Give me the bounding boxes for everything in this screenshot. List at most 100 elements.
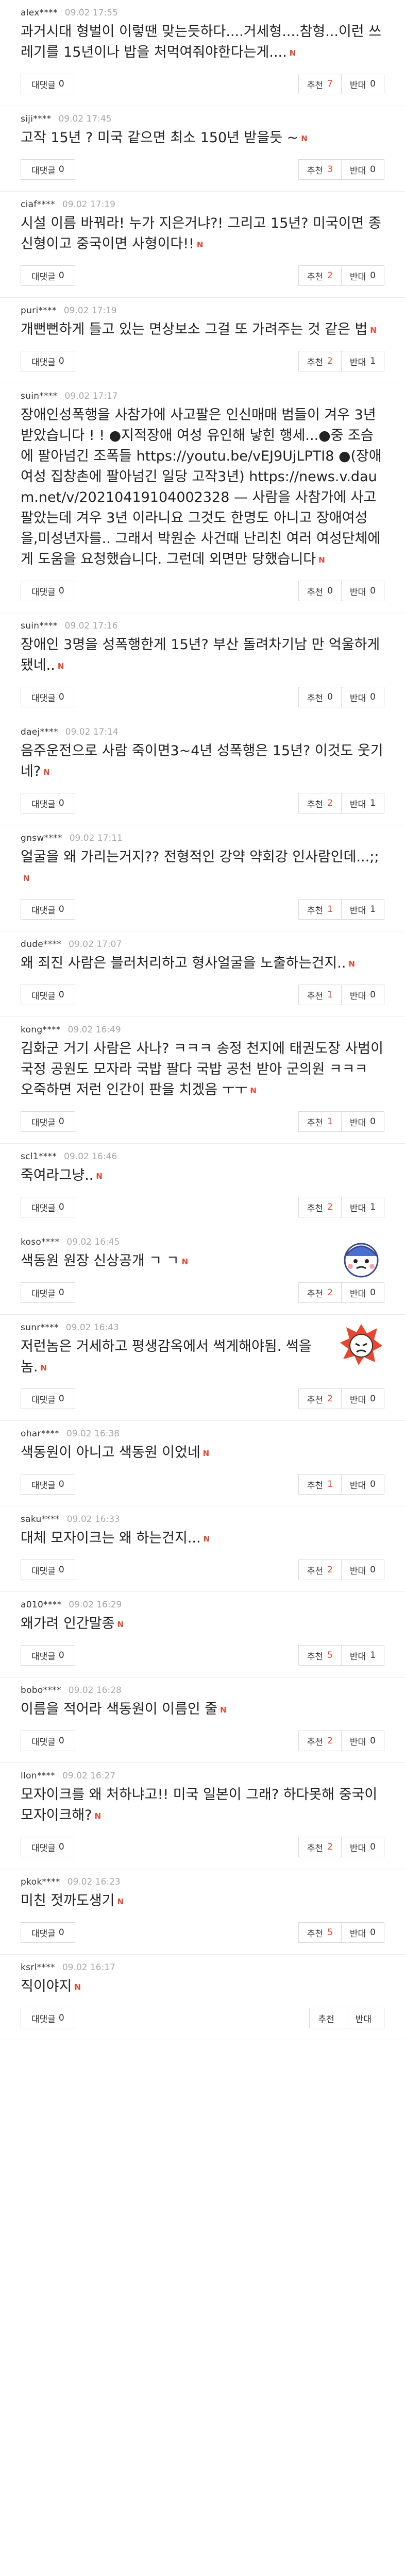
upvote-count: 2 xyxy=(327,1287,333,1298)
downvote-button[interactable]: 반대 0 xyxy=(341,159,384,180)
downvote-button[interactable]: 반대 1 xyxy=(341,351,384,371)
downvote-button[interactable]: 반대 0 xyxy=(341,1560,384,1580)
author-nickname[interactable]: a010**** xyxy=(21,1600,61,1610)
author-nickname[interactable]: sunr**** xyxy=(21,1323,59,1333)
downvote-button[interactable]: 반대 0 xyxy=(341,1474,384,1495)
emoticon-sticker-angry-icon xyxy=(338,1321,384,1367)
comment-meta: kong**** 09.02 16:49 xyxy=(21,1024,384,1036)
reply-count: 0 xyxy=(58,1479,64,1489)
comment-date: 09.02 16:28 xyxy=(68,1685,122,1696)
reply-button[interactable]: 대댓글 0 xyxy=(21,1837,75,1857)
comment-date: 09.02 16:38 xyxy=(66,1429,120,1439)
comment-date: 09.02 16:27 xyxy=(62,1771,116,1781)
reply-button[interactable]: 대댓글 0 xyxy=(21,985,75,1005)
reply-button[interactable]: 대댓글 0 xyxy=(21,159,75,180)
author-nickname[interactable]: siji**** xyxy=(21,114,51,124)
downvote-button[interactable]: 반대 0 xyxy=(341,687,384,707)
downvote-button[interactable]: 반대 0 xyxy=(341,74,384,94)
reply-button[interactable]: 대댓글 0 xyxy=(21,687,75,707)
upvote-button[interactable]: 추천 2 xyxy=(298,1731,342,1751)
reply-button[interactable]: 대댓글 0 xyxy=(21,1645,75,1666)
author-nickname[interactable]: scl1**** xyxy=(21,1151,57,1162)
author-nickname[interactable]: bobo**** xyxy=(21,1685,61,1696)
downvote-button[interactable]: 반대 1 xyxy=(341,1645,384,1666)
upvote-button[interactable]: 추천 2 xyxy=(298,793,342,814)
downvote-button[interactable]: 반대 0 xyxy=(341,1731,384,1751)
downvote-button[interactable]: 반대 0 xyxy=(341,1282,384,1303)
author-nickname[interactable]: koso**** xyxy=(21,1237,59,1247)
upvote-button[interactable]: 추천 1 xyxy=(298,1474,342,1495)
author-nickname[interactable]: saku**** xyxy=(21,1514,60,1524)
reply-button[interactable]: 대댓글 0 xyxy=(21,265,75,286)
downvote-button[interactable]: 반대 0 xyxy=(341,1111,384,1132)
upvote-button[interactable]: 추천 xyxy=(309,2008,347,2028)
reply-button[interactable]: 대댓글 0 xyxy=(21,1731,75,1751)
downvote-button[interactable]: 반대 0 xyxy=(341,1837,384,1857)
upvote-button[interactable]: 추천 1 xyxy=(298,1111,342,1132)
downvote-button[interactable]: 반대 xyxy=(347,2008,384,2028)
downvote-button[interactable]: 반대 1 xyxy=(341,1197,384,1217)
comment-text: 미친 젓까도생기 N xyxy=(21,1891,384,1912)
upvote-button[interactable]: 추천 3 xyxy=(298,159,342,180)
downvote-button[interactable]: 반대 0 xyxy=(341,1388,384,1409)
author-nickname[interactable]: suin**** xyxy=(21,621,58,631)
author-nickname[interactable]: kong**** xyxy=(21,1025,61,1035)
comment-actions: 대댓글 0 추천 5 반대 0 xyxy=(21,1922,384,1943)
downvote-button[interactable]: 반대 0 xyxy=(341,1922,384,1943)
comment-meta: sunr**** 09.02 16:43 xyxy=(21,1322,384,1333)
upvote-button[interactable]: 추천 2 xyxy=(298,1560,342,1580)
upvote-button[interactable]: 추천 0 xyxy=(298,687,342,707)
reply-button[interactable]: 대댓글 0 xyxy=(21,1922,75,1943)
reply-label: 대댓글 xyxy=(31,1651,56,1662)
reply-button[interactable]: 대댓글 0 xyxy=(21,581,75,601)
upvote-button[interactable]: 추천 0 xyxy=(298,581,342,601)
author-nickname[interactable]: gnsw**** xyxy=(21,833,62,843)
author-nickname[interactable]: suin**** xyxy=(21,391,58,401)
vote-group: 추천 1 반대 0 xyxy=(298,1111,384,1132)
reply-button[interactable]: 대댓글 0 xyxy=(21,351,75,371)
reply-button[interactable]: 대댓글 0 xyxy=(21,899,75,920)
author-nickname[interactable]: alex**** xyxy=(21,8,58,18)
author-nickname[interactable]: llon**** xyxy=(21,1771,55,1781)
new-badge: N xyxy=(301,134,308,143)
author-nickname[interactable]: pkok**** xyxy=(21,1877,60,1887)
upvote-button[interactable]: 추천 1 xyxy=(298,899,342,920)
author-nickname[interactable]: ciaf**** xyxy=(21,199,55,210)
reply-button[interactable]: 대댓글 0 xyxy=(21,1197,75,1217)
author-nickname[interactable]: ohar**** xyxy=(21,1429,59,1439)
upvote-label: 추천 xyxy=(307,272,324,282)
downvote-button[interactable]: 반대 1 xyxy=(341,899,384,920)
vote-group: 추천 반대 xyxy=(309,2008,384,2028)
reply-button[interactable]: 대댓글 0 xyxy=(21,1111,75,1132)
upvote-button[interactable]: 추천 2 xyxy=(298,265,342,286)
upvote-button[interactable]: 추천 5 xyxy=(298,1645,342,1666)
downvote-button[interactable]: 반대 1 xyxy=(341,793,384,814)
reply-button[interactable]: 대댓글 0 xyxy=(21,2008,75,2028)
downvote-button[interactable]: 반대 0 xyxy=(341,985,384,1005)
reply-count: 0 xyxy=(58,356,64,366)
reply-button[interactable]: 대댓글 0 xyxy=(21,1388,75,1409)
comment-text: 음주운전으로 사람 죽이면3~4년 성폭행은 15년? 이것도 웃기네? N xyxy=(21,741,384,783)
reply-button[interactable]: 대댓글 0 xyxy=(21,1474,75,1495)
author-nickname[interactable]: puri**** xyxy=(21,306,57,316)
downvote-button[interactable]: 반대 0 xyxy=(341,265,384,286)
upvote-button[interactable]: 추천 1 xyxy=(298,985,342,1005)
reply-label: 대댓글 xyxy=(31,80,56,91)
comment-meta: siji**** 09.02 17:45 xyxy=(21,113,384,125)
upvote-button[interactable]: 추천 2 xyxy=(298,1388,342,1409)
upvote-button[interactable]: 추천 7 xyxy=(298,74,342,94)
reply-button[interactable]: 대댓글 0 xyxy=(21,1282,75,1303)
reply-button[interactable]: 대댓글 0 xyxy=(21,793,75,814)
upvote-button[interactable]: 추천 5 xyxy=(298,1922,342,1943)
author-nickname[interactable]: dude**** xyxy=(21,939,61,950)
upvote-count: 2 xyxy=(327,798,333,808)
author-nickname[interactable]: daej**** xyxy=(21,727,58,737)
reply-button[interactable]: 대댓글 0 xyxy=(21,74,75,94)
reply-button[interactable]: 대댓글 0 xyxy=(21,1560,75,1580)
upvote-button[interactable]: 추천 2 xyxy=(298,351,342,371)
author-nickname[interactable]: ksrl**** xyxy=(21,1962,55,1973)
upvote-button[interactable]: 추천 2 xyxy=(298,1282,342,1303)
downvote-button[interactable]: 반대 0 xyxy=(341,581,384,601)
upvote-button[interactable]: 추천 2 xyxy=(298,1197,342,1217)
upvote-button[interactable]: 추천 2 xyxy=(298,1837,342,1857)
